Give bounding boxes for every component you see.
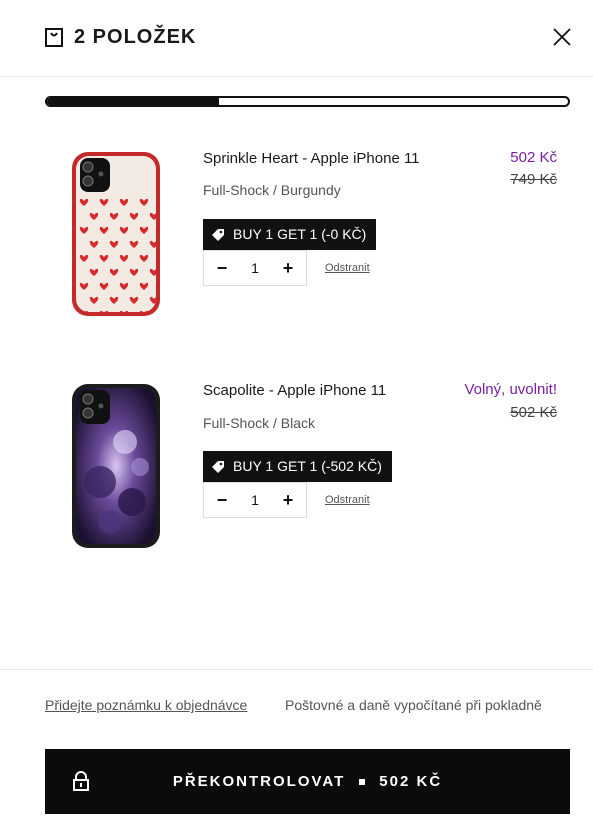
- minus-icon[interactable]: −: [214, 259, 230, 277]
- cart-item: Scapolite - Apple iPhone 11 Full-Shock /…: [0, 372, 593, 572]
- product-image[interactable]: [70, 382, 162, 550]
- free-shipping-progress: [45, 96, 570, 107]
- promo-badge: BUY 1 GET 1 (-0 KČ): [203, 219, 377, 250]
- close-icon[interactable]: [550, 25, 574, 49]
- shopping-bag-icon: [45, 28, 63, 47]
- checkout-total: 502 KČ: [379, 773, 443, 790]
- product-variant: Full-Shock / Burgundy: [203, 182, 341, 198]
- add-order-note-link[interactable]: Přidejte poznámku k objednávce: [45, 697, 247, 713]
- footer-divider: [0, 669, 593, 670]
- cart-item: Sprinkle Heart - Apple iPhone 11 Full-Sh…: [0, 140, 593, 340]
- quantity-stepper: − 1 +: [203, 250, 307, 286]
- plus-icon[interactable]: +: [280, 259, 296, 277]
- product-image[interactable]: [70, 150, 162, 318]
- quantity-value[interactable]: 1: [251, 492, 259, 508]
- progress-fill: [47, 98, 219, 105]
- promo-label: BUY 1 GET 1 (-502 KČ): [233, 458, 382, 474]
- minus-icon[interactable]: −: [214, 491, 230, 509]
- product-variant: Full-Shock / Black: [203, 415, 316, 431]
- cart-title: 2 POLOŽEK: [74, 26, 197, 48]
- tag-icon: [212, 460, 224, 473]
- promo-badge: BUY 1 GET 1 (-502 KČ): [203, 451, 392, 482]
- checkout-label: PŘEKONTROLOVAT: [172, 773, 346, 790]
- original-price: 749 Kč: [510, 171, 557, 188]
- cart-header: 2 POLOŽEK: [0, 0, 593, 77]
- tag-icon: [212, 228, 224, 241]
- sale-price: 502 Kč: [510, 149, 557, 166]
- product-name[interactable]: Sprinkle Heart - Apple iPhone 11: [203, 150, 420, 168]
- separator-dot: [359, 778, 366, 785]
- quantity-value[interactable]: 1: [251, 260, 259, 276]
- remove-link[interactable]: Odstranit: [325, 262, 370, 274]
- plus-icon[interactable]: +: [280, 491, 296, 509]
- checkout-button[interactable]: PŘEKONTROLOVAT 502 KČ: [45, 749, 570, 814]
- remove-link[interactable]: Odstranit: [325, 494, 370, 506]
- quantity-stepper: − 1 +: [203, 482, 307, 518]
- shipping-tax-note: Poštovné a daně vypočítané při pokladně: [285, 697, 542, 713]
- product-name[interactable]: Scapolite - Apple iPhone 11: [203, 382, 386, 400]
- sale-price: Volný, uvolnit!: [464, 381, 557, 398]
- original-price: 502 Kč: [510, 404, 557, 421]
- promo-label: BUY 1 GET 1 (-0 KČ): [233, 226, 367, 242]
- lock-icon: [73, 771, 89, 791]
